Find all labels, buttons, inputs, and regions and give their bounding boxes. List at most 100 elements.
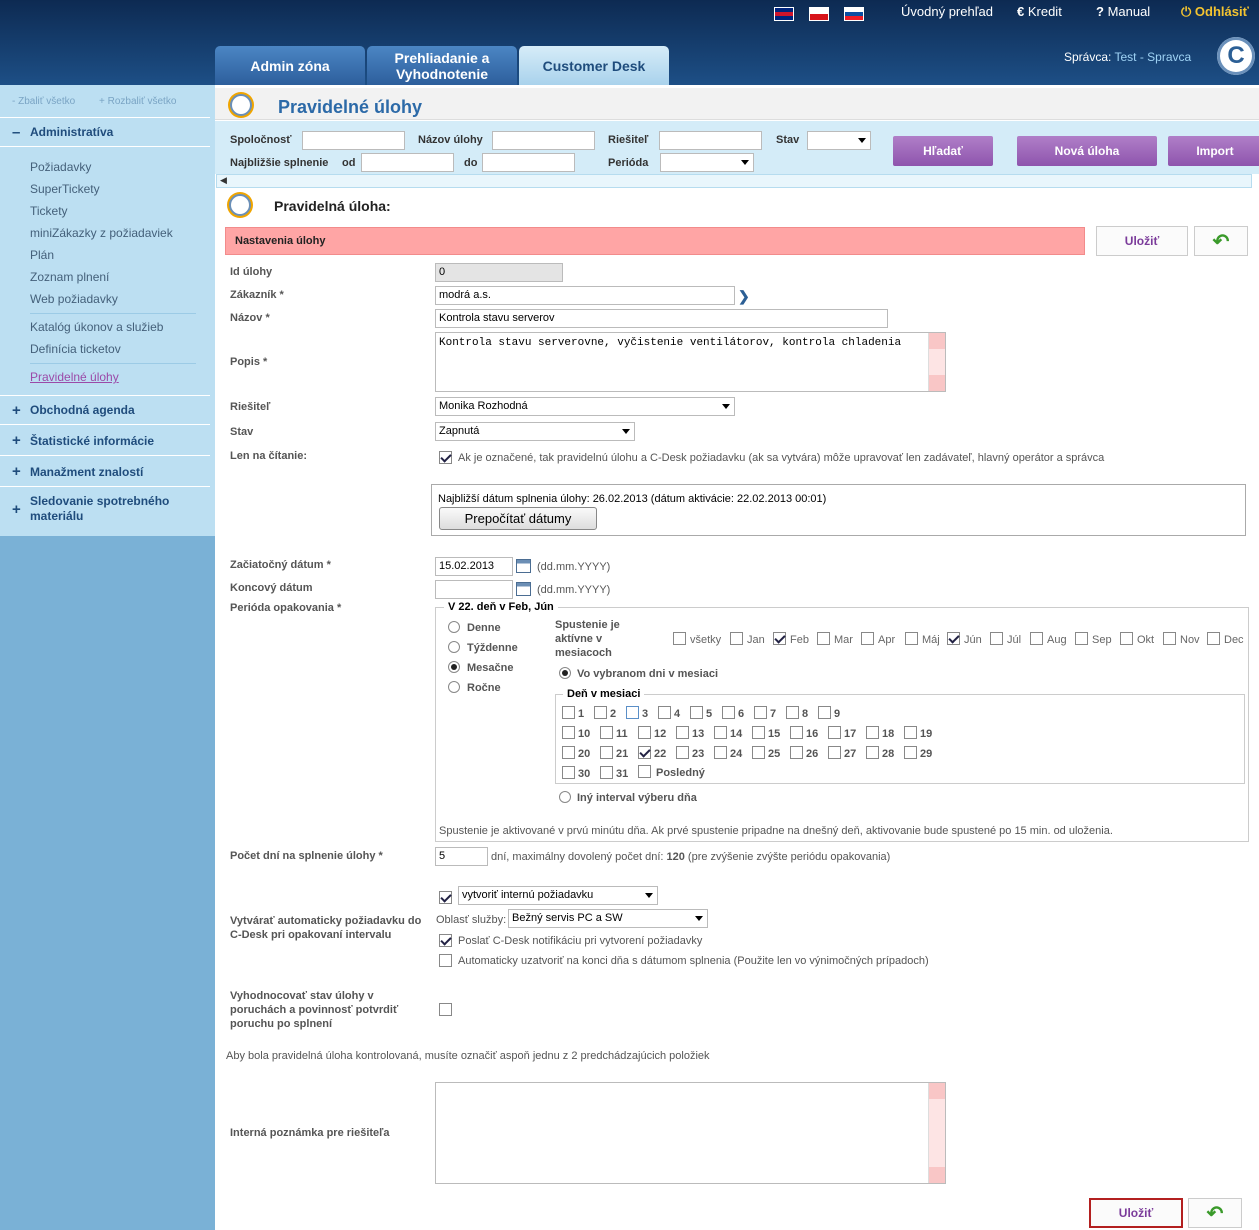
month-checkbox-5[interactable] <box>905 632 918 645</box>
day-checkbox-7[interactable] <box>754 706 767 719</box>
back-arrow-icon[interactable]: ↶ <box>1188 1198 1242 1228</box>
nav-credit[interactable]: € Kredit <box>1017 4 1062 19</box>
day-checkbox-14[interactable] <box>714 726 727 739</box>
filter-from-input[interactable] <box>361 153 454 172</box>
month-checkbox-7[interactable] <box>990 632 1003 645</box>
day-checkbox-1[interactable] <box>562 706 575 719</box>
state-select[interactable]: Zapnutá <box>435 422 635 441</box>
period-radio-weekly[interactable] <box>448 641 460 653</box>
filter-period-select[interactable] <box>660 153 754 172</box>
month-checkbox-6[interactable] <box>947 632 960 645</box>
flag-cz-icon[interactable] <box>809 7 829 21</box>
month-checkbox-0[interactable] <box>673 632 686 645</box>
day-checkbox-11[interactable] <box>600 726 613 739</box>
nav-manual[interactable]: ? Manual <box>1096 4 1150 19</box>
month-checkbox-8[interactable] <box>1030 632 1043 645</box>
month-checkbox-3[interactable] <box>817 632 830 645</box>
user-name[interactable]: Test - Spravca <box>1114 50 1191 64</box>
chevron-right-icon[interactable]: ❯ <box>738 288 750 305</box>
day-checkbox-24[interactable] <box>714 746 727 759</box>
nav-overview[interactable]: Úvodný prehľad <box>901 4 993 19</box>
day-checkbox-12[interactable] <box>638 726 651 739</box>
day-checkbox-10[interactable] <box>562 726 575 739</box>
day-checkbox-last[interactable] <box>638 765 651 778</box>
calendar-icon[interactable] <box>516 559 531 573</box>
section-spotrebny-material[interactable]: + Sledovanie spotrebného materiálu <box>0 488 210 530</box>
month-checkbox-9[interactable] <box>1075 632 1088 645</box>
selected-days-radio[interactable] <box>559 667 571 679</box>
sidebar-item-definicia-ticketov[interactable]: Definícia ticketov <box>30 342 121 356</box>
sidebar-item-supertickety[interactable]: SuperTickety <box>30 182 100 196</box>
sidebar-item-minizakazky[interactable]: miniZákazky z požiadaviek <box>30 226 173 240</box>
day-checkbox-4[interactable] <box>658 706 671 719</box>
recalc-button[interactable]: Prepočítať dátumy <box>439 507 597 530</box>
tab-admin-zone[interactable]: Admin zóna <box>215 46 365 85</box>
day-checkbox-18[interactable] <box>866 726 879 739</box>
day-checkbox-25[interactable] <box>752 746 765 759</box>
filter-solver-input[interactable] <box>659 131 762 150</box>
name-field[interactable]: Kontrola stavu serverov <box>435 309 888 328</box>
month-checkbox-12[interactable] <box>1207 632 1220 645</box>
day-checkbox-8[interactable] <box>786 706 799 719</box>
other-interval-radio[interactable] <box>559 791 571 803</box>
auto-create-checkbox[interactable] <box>439 891 452 904</box>
period-radio-daily[interactable] <box>448 621 460 633</box>
month-checkbox-10[interactable] <box>1120 632 1133 645</box>
sidebar-item-poziadavky[interactable]: Požiadavky <box>30 160 91 174</box>
day-checkbox-19[interactable] <box>904 726 917 739</box>
autoclose-checkbox[interactable] <box>439 954 452 967</box>
day-checkbox-5[interactable] <box>690 706 703 719</box>
sidebar-item-pravidelne-ulohy[interactable]: Pravidelné úlohy <box>30 370 119 384</box>
save-button-top[interactable]: Uložiť <box>1096 226 1188 256</box>
day-checkbox-22[interactable] <box>638 746 651 759</box>
sidebar-item-tickety[interactable]: Tickety <box>30 204 68 218</box>
horizontal-scrollbar[interactable]: ◀ <box>216 174 1252 188</box>
day-checkbox-30[interactable] <box>562 766 575 779</box>
flag-en-icon[interactable] <box>774 7 794 21</box>
tab-customer-desk[interactable]: Customer Desk <box>519 46 669 85</box>
month-checkbox-4[interactable] <box>861 632 874 645</box>
import-button[interactable]: Import <box>1168 136 1259 166</box>
service-select[interactable]: Bežný servis PC a SW <box>508 909 708 928</box>
sidebar-item-zoznam-plneni[interactable]: Zoznam plnení <box>30 270 109 284</box>
period-radio-yearly[interactable] <box>448 681 460 693</box>
start-date-input[interactable]: 15.02.2013 <box>435 557 513 576</box>
day-checkbox-13[interactable] <box>676 726 689 739</box>
evaluate-checkbox[interactable] <box>439 1003 452 1016</box>
desc-textarea[interactable]: Kontrola stavu serverovne, vyčistenie ve… <box>435 332 946 392</box>
days-input[interactable]: 5 <box>435 847 488 866</box>
day-checkbox-17[interactable] <box>828 726 841 739</box>
calendar-icon[interactable] <box>516 582 531 596</box>
day-checkbox-29[interactable] <box>904 746 917 759</box>
section-administrativa[interactable]: – Administratíva <box>0 117 210 147</box>
note-scrollbar[interactable] <box>928 1083 945 1183</box>
day-checkbox-31[interactable] <box>600 766 613 779</box>
day-checkbox-21[interactable] <box>600 746 613 759</box>
sidebar-item-web-poziadavky[interactable]: Web požiadavky <box>30 292 118 306</box>
filter-task-name-input[interactable] <box>492 131 595 150</box>
notify-checkbox[interactable] <box>439 934 452 947</box>
day-checkbox-3[interactable] <box>626 706 639 719</box>
day-checkbox-9[interactable] <box>818 706 831 719</box>
section-manazment-znalosti[interactable]: + Manažment znalostí <box>0 457 210 487</box>
note-textarea[interactable] <box>435 1082 946 1184</box>
day-checkbox-6[interactable] <box>722 706 735 719</box>
sidebar-item-katalog[interactable]: Katalóg úkonov a služieb <box>30 320 163 334</box>
expand-all-link[interactable]: + Rozbaliť všetko <box>99 96 176 107</box>
collapse-all-link[interactable]: - Zbaliť všetko <box>12 96 75 107</box>
nav-logout[interactable]: ⏻ Odhlásiť <box>1181 4 1249 20</box>
period-radio-monthly[interactable] <box>448 661 460 673</box>
day-checkbox-28[interactable] <box>866 746 879 759</box>
search-button[interactable]: Hľadať <box>893 136 993 166</box>
auto-create-select[interactable]: vytvoriť internú požiadavku <box>458 886 658 905</box>
back-arrow-icon[interactable]: ↶ <box>1194 226 1248 256</box>
customer-field[interactable]: modrá a.s. <box>435 286 735 305</box>
readonly-checkbox[interactable] <box>439 451 452 464</box>
month-checkbox-11[interactable] <box>1163 632 1176 645</box>
month-checkbox-2[interactable] <box>773 632 786 645</box>
day-checkbox-23[interactable] <box>676 746 689 759</box>
new-task-button[interactable]: Nová úloha <box>1017 136 1157 166</box>
day-checkbox-2[interactable] <box>594 706 607 719</box>
filter-company-input[interactable] <box>302 131 405 150</box>
day-checkbox-26[interactable] <box>790 746 803 759</box>
